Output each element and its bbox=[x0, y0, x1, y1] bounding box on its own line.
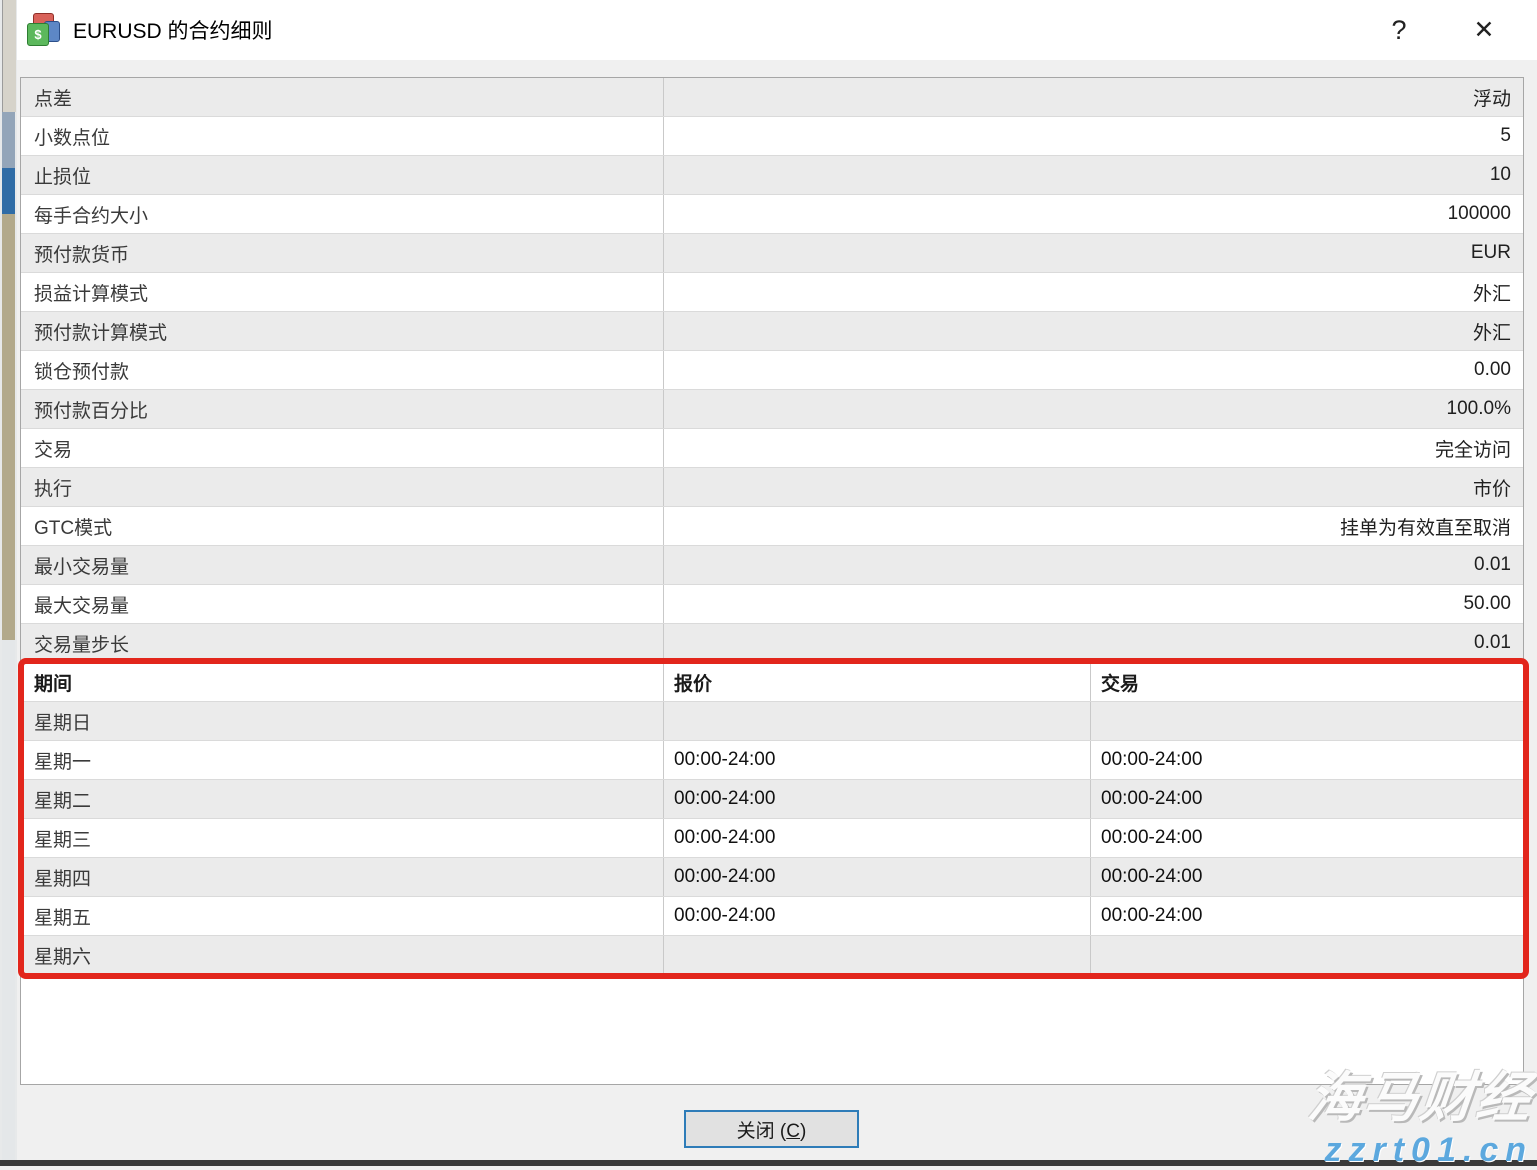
spec-value: EUR bbox=[664, 234, 1523, 272]
dialog-title: EURUSD 的合约细则 bbox=[73, 15, 273, 45]
session-quote-hours bbox=[664, 936, 1091, 974]
spec-value: 10 bbox=[664, 156, 1523, 194]
spec-row: GTC模式挂单为有效直至取消 bbox=[21, 507, 1523, 546]
sliver-segment bbox=[2, 0, 16, 112]
session-quote-hours: 00:00-24:00 bbox=[664, 897, 1091, 935]
spec-row: 锁仓预付款0.00 bbox=[21, 351, 1523, 390]
spec-label: 最小交易量 bbox=[21, 546, 664, 584]
spec-value: 外汇 bbox=[664, 312, 1523, 350]
spec-value: 挂单为有效直至取消 bbox=[664, 507, 1523, 545]
spec-label: 预付款货币 bbox=[21, 234, 664, 272]
spec-row: 预付款百分比100.0% bbox=[21, 390, 1523, 429]
session-trade-hours: 00:00-24:00 bbox=[1091, 858, 1523, 896]
session-day: 星期日 bbox=[21, 702, 664, 740]
spec-row: 交易完全访问 bbox=[21, 429, 1523, 468]
spec-label: 锁仓预付款 bbox=[21, 351, 664, 389]
spec-value: 浮动 bbox=[664, 78, 1523, 116]
contract-specification-dialog: $ EURUSD 的合约细则 ? ✕ 点差浮动小数点位5止损位10每手合约大小1… bbox=[17, 0, 1537, 1160]
spec-row: 止损位10 bbox=[21, 156, 1523, 195]
session-trade-hours bbox=[1091, 702, 1523, 740]
spec-value: 0.00 bbox=[664, 351, 1523, 389]
window-close-icon[interactable]: ✕ bbox=[1460, 0, 1508, 60]
spec-value: 5 bbox=[664, 117, 1523, 155]
session-day: 星期五 bbox=[21, 897, 664, 935]
spec-row: 小数点位5 bbox=[21, 117, 1523, 156]
dollar-glyph: $ bbox=[34, 27, 41, 42]
spec-label: GTC模式 bbox=[21, 507, 664, 545]
spec-label: 止损位 bbox=[21, 156, 664, 194]
sessions-table: 期间报价交易星期日星期一00:00-24:0000:00-24:00星期二00:… bbox=[21, 663, 1523, 975]
title-bar: $ EURUSD 的合约细则 ? ✕ bbox=[17, 0, 1537, 60]
spec-row: 点差浮动 bbox=[21, 78, 1523, 117]
session-day: 星期一 bbox=[21, 741, 664, 779]
sessions-header-period: 期间 bbox=[21, 663, 664, 701]
spec-label: 最大交易量 bbox=[21, 585, 664, 623]
spec-value: 完全访问 bbox=[664, 429, 1523, 467]
sessions-header-quote: 报价 bbox=[664, 663, 1091, 701]
spec-label: 损益计算模式 bbox=[21, 273, 664, 311]
spec-rows: 点差浮动小数点位5止损位10每手合约大小100000预付款货币EUR损益计算模式… bbox=[21, 78, 1523, 663]
session-trade-hours: 00:00-24:00 bbox=[1091, 897, 1523, 935]
session-row: 星期日 bbox=[21, 702, 1523, 741]
session-quote-hours: 00:00-24:00 bbox=[664, 741, 1091, 779]
background-app-sliver bbox=[0, 0, 18, 1166]
spec-value: 100000 bbox=[664, 195, 1523, 233]
session-row: 星期一00:00-24:0000:00-24:00 bbox=[21, 741, 1523, 780]
sliver-segment-tan bbox=[2, 214, 15, 640]
spec-label: 点差 bbox=[21, 78, 664, 116]
spec-row: 预付款计算模式外汇 bbox=[21, 312, 1523, 351]
spec-row: 每手合约大小100000 bbox=[21, 195, 1523, 234]
session-trade-hours: 00:00-24:00 bbox=[1091, 819, 1523, 857]
spec-row: 最小交易量0.01 bbox=[21, 546, 1523, 585]
spec-value: 50.00 bbox=[664, 585, 1523, 623]
spec-label: 交易 bbox=[21, 429, 664, 467]
spec-label: 小数点位 bbox=[21, 117, 664, 155]
spec-row: 损益计算模式外汇 bbox=[21, 273, 1523, 312]
sessions-header-row: 期间报价交易 bbox=[21, 663, 1523, 702]
sessions-header-trade: 交易 bbox=[1091, 663, 1523, 701]
session-day: 星期三 bbox=[21, 819, 664, 857]
spec-label: 交易量步长 bbox=[21, 624, 664, 662]
session-row: 星期四00:00-24:0000:00-24:00 bbox=[21, 858, 1523, 897]
sliver-segment bbox=[2, 640, 15, 1166]
session-quote-hours bbox=[664, 702, 1091, 740]
session-day: 星期四 bbox=[21, 858, 664, 896]
session-row: 星期二00:00-24:0000:00-24:00 bbox=[21, 780, 1523, 819]
session-quote-hours: 00:00-24:00 bbox=[664, 780, 1091, 818]
symbol-properties-icon: $ bbox=[25, 12, 61, 48]
spec-value: 0.01 bbox=[664, 624, 1523, 662]
spec-row: 执行市价 bbox=[21, 468, 1523, 507]
spec-label: 预付款计算模式 bbox=[21, 312, 664, 350]
spec-value: 100.0% bbox=[664, 390, 1523, 428]
session-quote-hours: 00:00-24:00 bbox=[664, 858, 1091, 896]
session-day: 星期六 bbox=[21, 936, 664, 974]
session-row: 星期五00:00-24:0000:00-24:00 bbox=[21, 897, 1523, 936]
session-row: 星期三00:00-24:0000:00-24:00 bbox=[21, 819, 1523, 858]
session-trade-hours: 00:00-24:00 bbox=[1091, 780, 1523, 818]
spec-value: 外汇 bbox=[664, 273, 1523, 311]
sliver-segment bbox=[2, 112, 15, 168]
close-button[interactable]: 关闭 (C) bbox=[684, 1110, 859, 1148]
spec-label: 每手合约大小 bbox=[21, 195, 664, 233]
session-trade-hours: 00:00-24:00 bbox=[1091, 741, 1523, 779]
spec-value: 市价 bbox=[664, 468, 1523, 506]
close-button-label: 关闭 (C) bbox=[737, 1116, 807, 1143]
spec-row: 预付款货币EUR bbox=[21, 234, 1523, 273]
help-button[interactable]: ? bbox=[1375, 0, 1423, 60]
session-row: 星期六 bbox=[21, 936, 1523, 975]
session-quote-hours: 00:00-24:00 bbox=[664, 819, 1091, 857]
session-day: 星期二 bbox=[21, 780, 664, 818]
specification-table: 点差浮动小数点位5止损位10每手合约大小100000预付款货币EUR损益计算模式… bbox=[20, 77, 1524, 1085]
spec-row: 交易量步长0.01 bbox=[21, 624, 1523, 663]
session-trade-hours bbox=[1091, 936, 1523, 974]
spec-label: 预付款百分比 bbox=[21, 390, 664, 428]
spec-value: 0.01 bbox=[664, 546, 1523, 584]
sliver-segment-blue bbox=[2, 168, 15, 214]
taskbar-sliver bbox=[0, 1160, 1537, 1166]
spec-row: 最大交易量50.00 bbox=[21, 585, 1523, 624]
icon-green-card: $ bbox=[27, 23, 49, 46]
spec-label: 执行 bbox=[21, 468, 664, 506]
